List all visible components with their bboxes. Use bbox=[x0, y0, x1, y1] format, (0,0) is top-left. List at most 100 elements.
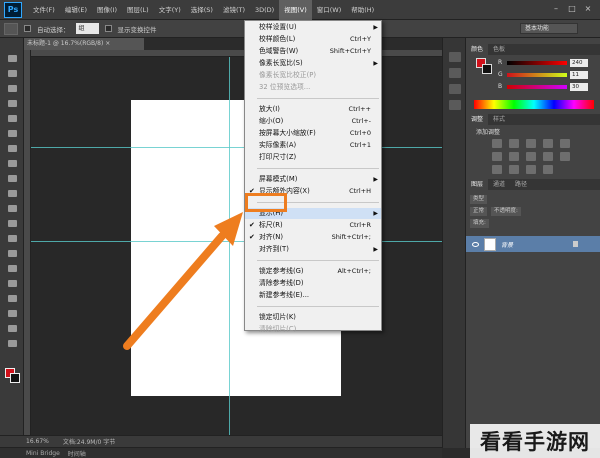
adjustment-icon[interactable] bbox=[492, 152, 502, 161]
paragraph-icon[interactable] bbox=[449, 100, 461, 110]
view-menu-item[interactable]: 校样颜色(L) Ctrl+Y bbox=[245, 34, 381, 45]
adjustment-icon[interactable] bbox=[560, 139, 570, 148]
color-spectrum[interactable] bbox=[474, 100, 594, 109]
menu-item[interactable]: 编辑(E) bbox=[60, 0, 92, 20]
view-menu-item[interactable]: 放大(I) Ctrl++ bbox=[245, 104, 381, 115]
shape-tool-icon[interactable] bbox=[4, 307, 20, 319]
layer-filter-dropdown[interactable]: 类型 bbox=[470, 194, 488, 204]
panel-background-swatch[interactable] bbox=[482, 64, 492, 74]
view-menu-item[interactable]: 清除切片(C) bbox=[245, 324, 381, 335]
view-menu-item[interactable]: 锁定参考线(G) Alt+Ctrl+; bbox=[245, 266, 381, 277]
adjustment-icon[interactable] bbox=[560, 152, 570, 161]
view-menu-item[interactable]: 实际像素(A) Ctrl+1 bbox=[245, 140, 381, 151]
view-menu-item[interactable]: 按屏幕大小缩放(F) Ctrl+0 bbox=[245, 128, 381, 139]
view-menu-item[interactable]: 像素长宽比(S) ▶ bbox=[245, 58, 381, 69]
menu-item[interactable]: 文字(Y) bbox=[154, 0, 186, 20]
view-menu-item[interactable]: ✔ 对齐(N) Shift+Ctrl+; bbox=[245, 232, 381, 243]
adjustment-icon[interactable] bbox=[509, 139, 519, 148]
green-slider[interactable]: G 11 bbox=[498, 70, 594, 79]
minimize-button[interactable]: – bbox=[550, 4, 562, 14]
layer-row-background[interactable]: 背景 bbox=[466, 236, 600, 252]
adjustment-icon[interactable] bbox=[543, 152, 553, 161]
view-menu-item[interactable]: 新建参考线(E)... bbox=[245, 290, 381, 301]
blur-tool-icon[interactable] bbox=[4, 232, 20, 244]
menu-item[interactable]: 帮助(H) bbox=[346, 0, 379, 20]
menu-item[interactable]: 视图(V) bbox=[279, 0, 312, 20]
guide-vertical[interactable] bbox=[229, 57, 230, 435]
brush-tool-icon[interactable] bbox=[4, 157, 20, 169]
fill-label[interactable]: 填充: bbox=[470, 218, 489, 228]
close-button[interactable]: × bbox=[582, 4, 594, 14]
red-slider[interactable]: R 240 bbox=[498, 58, 594, 67]
menu-item[interactable]: 图层(L) bbox=[122, 0, 154, 20]
red-value[interactable]: 240 bbox=[570, 58, 588, 67]
adjustment-icon[interactable] bbox=[509, 152, 519, 161]
adjustment-icon[interactable] bbox=[526, 165, 536, 174]
adjustment-icon[interactable] bbox=[526, 139, 536, 148]
type-tool-icon[interactable] bbox=[4, 277, 20, 289]
view-menu-item[interactable]: 清除参考线(D) bbox=[245, 278, 381, 289]
document-tab[interactable]: 未标题-1 @ 16.7%(RGB/8) × bbox=[24, 38, 144, 50]
tab-mini-bridge[interactable]: Mini Bridge bbox=[26, 450, 60, 457]
view-menu-item[interactable]: 对齐到(T) ▶ bbox=[245, 244, 381, 255]
adjustment-icon[interactable] bbox=[509, 165, 519, 174]
adjustment-icon[interactable] bbox=[543, 165, 553, 174]
quick-select-tool-icon[interactable] bbox=[4, 97, 20, 109]
lasso-tool-icon[interactable] bbox=[4, 82, 20, 94]
healing-tool-icon[interactable] bbox=[4, 142, 20, 154]
tab-timeline[interactable]: 时间轴 bbox=[68, 449, 86, 458]
menu-item[interactable]: 选择(S) bbox=[186, 0, 218, 20]
menu-item[interactable]: 文件(F) bbox=[28, 0, 60, 20]
gradient-tool-icon[interactable] bbox=[4, 217, 20, 229]
maximize-button[interactable]: □ bbox=[566, 4, 578, 14]
transform-controls-checkbox[interactable] bbox=[104, 25, 112, 32]
history-brush-tool-icon[interactable] bbox=[4, 187, 20, 199]
view-menu-item[interactable]: 屏幕模式(M) ▶ bbox=[245, 174, 381, 185]
adjustment-icon[interactable] bbox=[492, 165, 502, 174]
green-value[interactable]: 11 bbox=[570, 70, 588, 79]
tab-swatches[interactable]: 色板 bbox=[488, 44, 510, 55]
blend-mode-dropdown[interactable]: 正常 bbox=[470, 206, 488, 216]
properties-icon[interactable] bbox=[449, 68, 461, 78]
menu-item[interactable]: 图像(I) bbox=[92, 0, 122, 20]
move-tool-icon[interactable] bbox=[4, 52, 20, 64]
adjustment-icon[interactable] bbox=[526, 152, 536, 161]
marquee-tool-icon[interactable] bbox=[4, 67, 20, 79]
eyedropper-tool-icon[interactable] bbox=[4, 127, 20, 139]
view-menu-item[interactable]: ✔ 标尺(R) Ctrl+R bbox=[245, 220, 381, 231]
tab-paths[interactable]: 路径 bbox=[510, 179, 532, 190]
tab-layers[interactable]: 图层 bbox=[466, 179, 489, 190]
menu-item[interactable]: 窗口(W) bbox=[312, 0, 347, 20]
view-menu-item[interactable]: 锁定切片(K) bbox=[245, 312, 381, 323]
auto-select-checkbox[interactable] bbox=[24, 25, 31, 32]
workspace-dropdown[interactable]: 基本功能 bbox=[520, 23, 578, 34]
background-color-swatch[interactable] bbox=[10, 373, 20, 383]
view-menu-item[interactable]: 像素长宽比校正(P) bbox=[245, 70, 381, 81]
zoom-level[interactable]: 16.67% bbox=[26, 438, 49, 445]
view-menu-item[interactable]: 校样设置(U) ▶ bbox=[245, 22, 381, 33]
character-icon[interactable] bbox=[449, 84, 461, 94]
view-menu-item[interactable]: 色域警告(W) Shift+Ctrl+Y bbox=[245, 46, 381, 57]
blue-value[interactable]: 30 bbox=[570, 82, 588, 91]
visibility-eye-icon[interactable] bbox=[472, 241, 479, 247]
opacity-label[interactable]: 不透明度: bbox=[491, 206, 521, 216]
dodge-tool-icon[interactable] bbox=[4, 247, 20, 259]
zoom-tool-icon[interactable] bbox=[4, 337, 20, 349]
adjustment-icon[interactable] bbox=[492, 139, 502, 148]
menu-item[interactable]: 滤镜(T) bbox=[218, 0, 250, 20]
path-select-tool-icon[interactable] bbox=[4, 292, 20, 304]
crop-tool-icon[interactable] bbox=[4, 112, 20, 124]
view-menu-item[interactable]: 打印尺寸(Z) bbox=[245, 152, 381, 163]
tab-color[interactable]: 颜色 bbox=[466, 44, 489, 55]
menu-item[interactable]: 3D(D) bbox=[250, 0, 279, 20]
adjustment-icon[interactable] bbox=[543, 139, 553, 148]
move-tool-icon[interactable] bbox=[4, 22, 18, 35]
auto-select-dropdown[interactable]: 组 bbox=[75, 23, 99, 34]
tab-channels[interactable]: 通道 bbox=[488, 179, 510, 190]
eraser-tool-icon[interactable] bbox=[4, 202, 20, 214]
clone-stamp-tool-icon[interactable] bbox=[4, 172, 20, 184]
blue-slider[interactable]: B 30 bbox=[498, 82, 594, 91]
hand-tool-icon[interactable] bbox=[4, 322, 20, 334]
history-icon[interactable] bbox=[449, 52, 461, 62]
vertical-ruler[interactable] bbox=[24, 50, 31, 435]
